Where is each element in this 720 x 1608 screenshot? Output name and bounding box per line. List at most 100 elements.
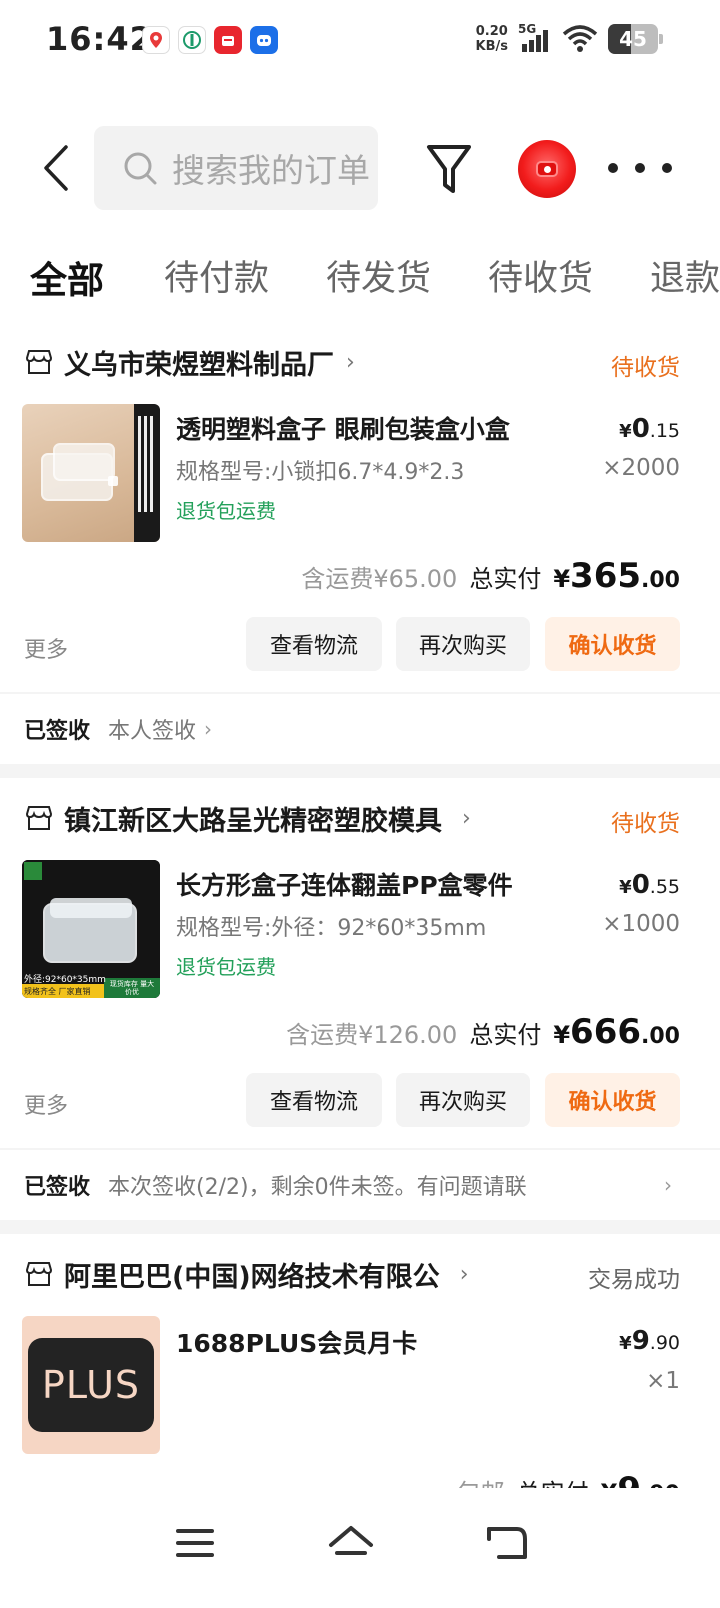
shop-row[interactable]: 阿里巴巴(中国)网络技术有限公 › — [24, 1254, 680, 1294]
back-button[interactable] — [30, 138, 80, 198]
shop-name: 阿里巴巴(中国)网络技术有限公 — [64, 1261, 440, 1293]
price-decimal: .55 — [649, 876, 680, 898]
chevron-right-icon: › — [346, 349, 355, 375]
price-decimal: .15 — [649, 420, 680, 442]
more-actions-link[interactable]: 更多 — [24, 1088, 68, 1120]
currency-symbol: ¥ — [619, 1333, 632, 1354]
red-packet-button[interactable] — [518, 140, 576, 198]
speed-unit: KB/s — [475, 39, 508, 54]
view-logistics-button[interactable]: 查看物流 — [246, 1073, 382, 1127]
currency-symbol: ¥ — [553, 565, 571, 593]
order-status: 待收货 — [611, 811, 680, 837]
tab-refund[interactable]: 退款 — [650, 250, 720, 301]
total-paid-amount: ¥365.00 — [553, 556, 680, 596]
back-arrow-icon — [44, 145, 68, 191]
store-icon — [25, 806, 53, 830]
more-dot-icon — [608, 163, 618, 173]
battery-icon: 45 — [608, 24, 663, 54]
price-int: 9 — [631, 1326, 650, 1356]
search-placeholder: 搜索我的订单 — [172, 151, 370, 190]
signed-detail: 本次签收(2/2)，剩余0件未签。有问题请联 — [108, 1175, 527, 1200]
search-icon — [124, 152, 157, 185]
order-status: 待收货 — [611, 355, 680, 381]
plus-card-image: PLUS — [28, 1338, 154, 1432]
order-separator — [0, 764, 720, 778]
order-total: 含运费¥126.00 总实付 ¥666.00 — [286, 1012, 680, 1052]
search-input[interactable]: 搜索我的订单 — [94, 126, 378, 210]
status-time: 16:42 — [46, 20, 153, 58]
currency-symbol: ¥ — [619, 421, 632, 442]
bank-app-icon — [178, 26, 206, 54]
price-int: 0 — [631, 870, 650, 900]
delivery-sign-row[interactable]: 已签收 本人签收 › — [0, 692, 720, 764]
product-title[interactable]: 透明塑料盒子 眼刷包装盒小盒 — [176, 410, 510, 446]
confirm-receipt-button[interactable]: 确认收货 — [545, 1073, 680, 1127]
product-image[interactable]: PLUS — [22, 1316, 160, 1454]
chevron-right-icon: › — [462, 805, 471, 831]
currency-symbol: ¥ — [553, 1021, 571, 1049]
map-app-icon — [142, 26, 170, 54]
more-actions-link[interactable]: 更多 — [24, 632, 68, 664]
tab-all[interactable]: 全部 — [30, 250, 104, 304]
speed-value: 0.20 — [475, 24, 508, 39]
total-paid-label: 总实付 — [469, 565, 542, 593]
shop-name: 义乌市荣煜塑料制品厂 — [64, 349, 334, 381]
battery-tip — [659, 34, 663, 44]
quantity: ×1000 — [602, 911, 680, 937]
product-spec: 规格型号:外径：92*60*35mm — [176, 916, 487, 941]
tab-pending-payment[interactable]: 待付款 — [164, 250, 269, 301]
shop-row[interactable]: 义乌市荣煜塑料制品厂 › — [24, 342, 680, 382]
quantity: ×1 — [646, 1368, 680, 1394]
order-total: 含运费¥65.00 总实付 ¥365.00 — [301, 556, 680, 596]
tab-pending-shipment[interactable]: 待发货 — [326, 250, 431, 301]
buy-again-button[interactable]: 再次购买 — [396, 1073, 530, 1127]
shop-row[interactable]: 镇江新区大路呈光精密塑胶模具 › — [24, 798, 680, 838]
thumb-banner-right: 现货库存 量大价优 — [109, 980, 155, 996]
unit-price: ¥9.90 — [619, 1326, 680, 1356]
back-nav-button[interactable] — [472, 1508, 542, 1578]
order-status: 交易成功 — [588, 1267, 680, 1293]
tab-pending-receipt[interactable]: 待收货 — [488, 250, 593, 301]
chevron-right-icon: › — [459, 1261, 469, 1287]
confirm-receipt-button[interactable]: 确认收货 — [545, 617, 680, 671]
chevron-right-icon: › — [664, 1173, 672, 1197]
currency-symbol: ¥ — [619, 877, 632, 898]
buy-again-button[interactable]: 再次购买 — [396, 617, 530, 671]
system-nav-bar — [0, 1488, 720, 1608]
product-title[interactable]: 长方形盒子连体翻盖PP盒零件 — [176, 866, 513, 902]
wifi-icon — [562, 25, 598, 52]
price-int: 0 — [631, 414, 650, 444]
menu-button[interactable] — [160, 1508, 230, 1578]
view-logistics-button[interactable]: 查看物流 — [246, 617, 382, 671]
price-decimal: .90 — [649, 1332, 680, 1354]
chevron-right-icon: › — [204, 717, 213, 741]
shipping-fee: 含运费¥126.00 — [286, 1021, 458, 1049]
filter-button[interactable] — [420, 138, 478, 200]
signed-label: 已签收 — [24, 1175, 91, 1200]
plastic-box-image — [41, 404, 160, 542]
total-paid-amount: ¥666.00 — [553, 1012, 680, 1052]
assistant-app-icon — [250, 26, 278, 54]
product-title[interactable]: 1688PLUS会员月卡 — [176, 1324, 417, 1360]
network-speed: 0.20 KB/s — [476, 24, 508, 54]
signed-detail: 本人签收 — [108, 719, 197, 744]
status-bar: 16:42 0.20 KB/s 5G 45 — [0, 0, 720, 84]
back-nav-icon — [487, 1527, 527, 1559]
status-right: 0.20 KB/s 5G 45 — [476, 22, 663, 54]
more-options-button[interactable] — [608, 148, 672, 188]
store-icon — [25, 350, 53, 374]
battery-level: 45 — [619, 27, 647, 51]
filter-icon — [427, 145, 471, 193]
signed-label: 已签收 — [24, 719, 91, 744]
paid-decimal: .00 — [641, 1024, 680, 1049]
home-icon — [329, 1526, 373, 1555]
product-image[interactable]: 外径:92*60*35mm 规格齐全 厂家直销 现货库存 量大价优 — [22, 860, 160, 998]
delivery-sign-row[interactable]: 已签收 本次签收(2/2)，剩余0件未签。有问题请联 › — [0, 1148, 720, 1220]
paid-int: 365 — [570, 556, 642, 596]
thumb-banner-left: 规格齐全 厂家直销 — [24, 987, 91, 996]
return-shipping-tag: 退货包运费 — [176, 955, 276, 979]
notification-icons — [142, 26, 278, 54]
home-button[interactable] — [316, 1508, 386, 1578]
red-packet-icon — [536, 161, 558, 177]
product-image[interactable] — [22, 404, 160, 542]
